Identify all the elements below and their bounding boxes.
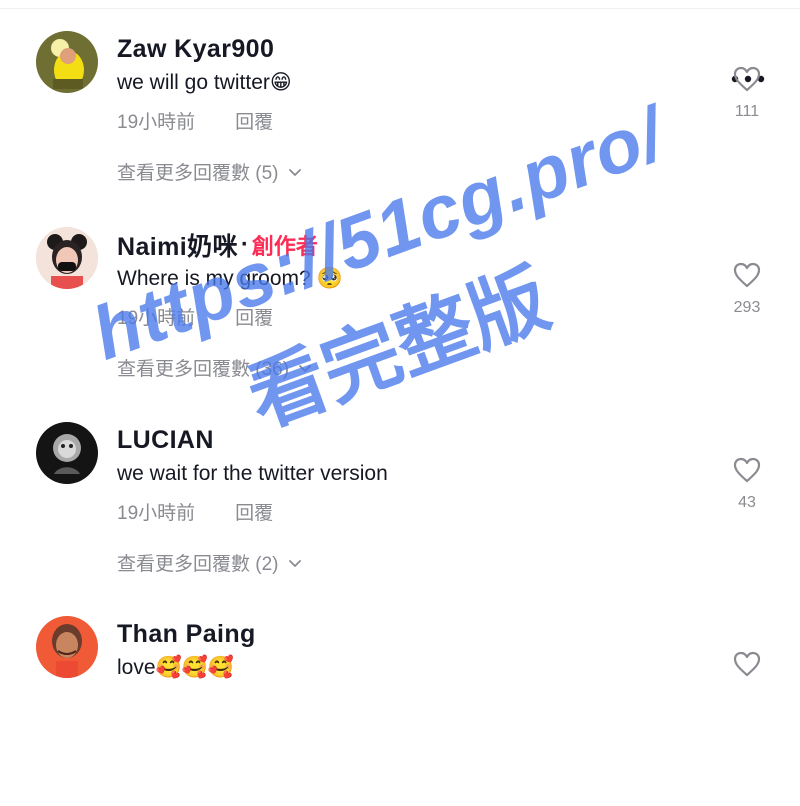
username[interactable]: Zaw Kyar900	[117, 35, 274, 64]
comment-time: 19小時前	[117, 308, 196, 329]
more-replies-label: 查看更多回覆數 (5)	[117, 163, 279, 184]
creator-badge: 創作者	[251, 234, 318, 259]
more-replies-button[interactable]: 查看更多回覆數 (5)	[117, 158, 303, 185]
more-replies-button[interactable]: 查看更多回覆數 (36)	[117, 354, 313, 381]
username[interactable]: Naimi奶咪	[117, 227, 238, 263]
comment-item: Naimi奶咪 · 創作者 Where is my groom? 🥺 19小時前…	[0, 227, 800, 417]
like-area: 293	[727, 261, 767, 317]
like-count: 43	[738, 494, 756, 511]
username-row: Than Paing	[117, 619, 256, 649]
like-count: 111	[734, 103, 760, 120]
username[interactable]: LUCIAN	[117, 426, 214, 455]
username-row: Zaw Kyar900	[117, 34, 274, 64]
more-replies-button[interactable]: 查看更多回覆數 (2)	[117, 549, 303, 576]
like-area: 111	[727, 65, 767, 121]
comment-meta: 19小時前 回覆	[117, 107, 273, 134]
reply-button[interactable]: 回覆	[235, 303, 273, 330]
creator-separator: ·	[240, 231, 249, 258]
user-avatar-icon[interactable]	[36, 31, 98, 93]
chevron-down-icon	[288, 559, 301, 567]
heart-icon[interactable]	[732, 456, 762, 484]
chevron-down-icon	[299, 364, 311, 372]
comment-text: Where is my groom? 🥺	[117, 267, 343, 290]
comment-meta: 19小時前 回覆	[117, 303, 273, 330]
heart-icon[interactable]	[732, 261, 762, 289]
comment-text: we will go twitter😁	[117, 71, 292, 94]
username[interactable]: Than Paing	[117, 620, 256, 649]
comment-item: Zaw Kyar900 we will go twitter😁 19小時前 回覆…	[0, 31, 800, 221]
comment-item: LUCIAN we wait for the twitter version 1…	[0, 422, 800, 612]
comment-time: 19小時前	[117, 503, 196, 524]
username-row: LUCIAN	[117, 425, 214, 455]
like-count: 293	[733, 299, 761, 316]
reply-button[interactable]: 回覆	[235, 498, 273, 525]
comments-page: Zaw Kyar900 we will go twitter😁 19小時前 回覆…	[0, 0, 800, 701]
heart-icon[interactable]	[732, 65, 762, 93]
more-replies-label: 查看更多回覆數 (2)	[117, 554, 279, 575]
comment-meta: 19小時前 回覆	[117, 498, 273, 525]
heart-icon[interactable]	[732, 650, 762, 678]
comment-text: love🥰🥰🥰	[117, 656, 234, 679]
more-replies-label: 查看更多回覆數 (36)	[117, 359, 290, 380]
user-avatar-icon[interactable]	[36, 227, 98, 289]
reply-button[interactable]: 回覆	[235, 107, 273, 134]
comment-text: we wait for the twitter version	[117, 462, 388, 485]
like-area: 43	[727, 456, 767, 512]
like-area	[727, 650, 767, 678]
user-avatar-icon[interactable]	[36, 616, 98, 678]
chevron-down-icon	[288, 168, 301, 176]
user-avatar-icon[interactable]	[36, 422, 98, 484]
previous-comment-edge	[0, 0, 800, 9]
comment-time: 19小時前	[117, 112, 196, 133]
comment-item: Than Paing love🥰🥰🥰	[0, 616, 800, 806]
username-row: Naimi奶咪 · 創作者	[117, 227, 318, 263]
